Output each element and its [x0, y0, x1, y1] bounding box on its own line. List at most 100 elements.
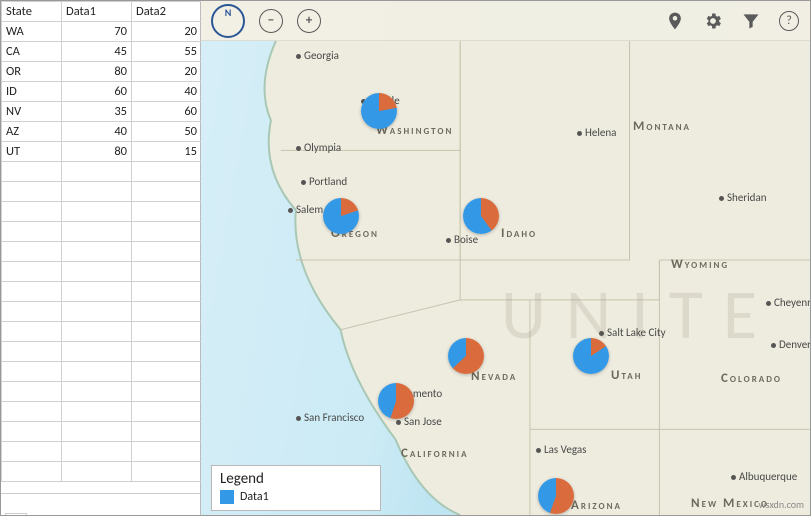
cell[interactable]: AZ: [2, 122, 62, 142]
compass-icon[interactable]: N: [211, 4, 245, 38]
cell[interactable]: [62, 302, 132, 322]
cell[interactable]: [2, 302, 62, 322]
column-header[interactable]: Data1: [62, 2, 132, 22]
cell[interactable]: [132, 342, 202, 362]
cell[interactable]: [62, 242, 132, 262]
column-header[interactable]: State: [2, 2, 62, 22]
table-row[interactable]: WA7020: [2, 22, 202, 42]
gear-icon[interactable]: [702, 10, 724, 32]
cell[interactable]: [132, 262, 202, 282]
pie-marker-wa[interactable]: [361, 93, 397, 129]
cell[interactable]: 40: [132, 82, 202, 102]
cell[interactable]: [62, 162, 132, 182]
cell[interactable]: [62, 462, 132, 482]
cell[interactable]: 60: [62, 82, 132, 102]
cell[interactable]: [62, 342, 132, 362]
help-icon[interactable]: ?: [778, 10, 800, 32]
cell[interactable]: 40: [62, 122, 132, 142]
sheet-tab[interactable]: [5, 513, 27, 515]
pie-marker-id[interactable]: [463, 198, 499, 234]
cell[interactable]: [132, 202, 202, 222]
cell[interactable]: [2, 222, 62, 242]
cell[interactable]: [2, 202, 62, 222]
cell[interactable]: [62, 402, 132, 422]
cell[interactable]: [62, 382, 132, 402]
cell[interactable]: [132, 302, 202, 322]
cell[interactable]: [62, 442, 132, 462]
cell[interactable]: [2, 242, 62, 262]
cell[interactable]: [132, 362, 202, 382]
cell[interactable]: 60: [132, 102, 202, 122]
cell[interactable]: 80: [62, 62, 132, 82]
cell[interactable]: [62, 422, 132, 442]
map-panel[interactable]: N − + ?: [201, 1, 810, 515]
cell[interactable]: [62, 282, 132, 302]
cell[interactable]: NV: [2, 102, 62, 122]
cell[interactable]: 80: [62, 142, 132, 162]
pie-marker-nv[interactable]: [448, 338, 484, 374]
cell[interactable]: [2, 382, 62, 402]
cell[interactable]: [132, 422, 202, 442]
cell[interactable]: [2, 402, 62, 422]
cell[interactable]: 45: [62, 42, 132, 62]
zoom-in-button[interactable]: +: [297, 9, 321, 33]
map-toolbar: N − + ?: [201, 1, 810, 41]
cell[interactable]: [62, 202, 132, 222]
cell[interactable]: [132, 442, 202, 462]
cell[interactable]: [62, 222, 132, 242]
cell[interactable]: [132, 322, 202, 342]
cell[interactable]: [62, 262, 132, 282]
cell[interactable]: [132, 462, 202, 482]
cell[interactable]: WA: [2, 22, 62, 42]
cell[interactable]: CA: [2, 42, 62, 62]
pie-marker-az[interactable]: [538, 478, 574, 514]
cell[interactable]: OR: [2, 62, 62, 82]
cell[interactable]: [62, 182, 132, 202]
cell[interactable]: [2, 322, 62, 342]
cell[interactable]: [2, 362, 62, 382]
map-canvas[interactable]: UNITE Washington Oregon Idaho Montana Wy…: [201, 1, 810, 515]
pie-marker-ut[interactable]: [573, 338, 609, 374]
cell[interactable]: [132, 242, 202, 262]
cell[interactable]: 20: [132, 62, 202, 82]
cell[interactable]: [2, 442, 62, 462]
cell[interactable]: [132, 222, 202, 242]
state-label: Montana: [633, 119, 691, 134]
cell[interactable]: 20: [132, 22, 202, 42]
cell[interactable]: [2, 462, 62, 482]
table-row[interactable]: AZ4050: [2, 122, 202, 142]
cell[interactable]: ID: [2, 82, 62, 102]
city-label: Sheridan: [719, 191, 767, 204]
table-row[interactable]: NV3560: [2, 102, 202, 122]
table-row[interactable]: OR8020: [2, 62, 202, 82]
cell[interactable]: [132, 402, 202, 422]
cell[interactable]: [2, 422, 62, 442]
cell[interactable]: [2, 162, 62, 182]
cell[interactable]: 50: [132, 122, 202, 142]
cell[interactable]: 35: [62, 102, 132, 122]
cell[interactable]: [2, 262, 62, 282]
zoom-out-button[interactable]: −: [259, 9, 283, 33]
cell[interactable]: [2, 282, 62, 302]
pie-marker-ca[interactable]: [378, 383, 414, 419]
column-header[interactable]: Data2: [132, 2, 202, 22]
cell[interactable]: UT: [2, 142, 62, 162]
cell[interactable]: [132, 382, 202, 402]
cell[interactable]: [2, 342, 62, 362]
cell[interactable]: [132, 282, 202, 302]
cell[interactable]: [62, 322, 132, 342]
table-row[interactable]: CA4555: [2, 42, 202, 62]
legend-item: Data1: [220, 490, 372, 504]
cell[interactable]: [132, 182, 202, 202]
cell[interactable]: [132, 162, 202, 182]
cell[interactable]: 70: [62, 22, 132, 42]
table-row[interactable]: ID6040: [2, 82, 202, 102]
cell[interactable]: [62, 362, 132, 382]
cell[interactable]: 55: [132, 42, 202, 62]
cell[interactable]: [2, 182, 62, 202]
pie-marker-or[interactable]: [323, 198, 359, 234]
table-row[interactable]: UT8015: [2, 142, 202, 162]
cell[interactable]: 15: [132, 142, 202, 162]
location-icon[interactable]: [664, 10, 686, 32]
filter-icon[interactable]: [740, 10, 762, 32]
